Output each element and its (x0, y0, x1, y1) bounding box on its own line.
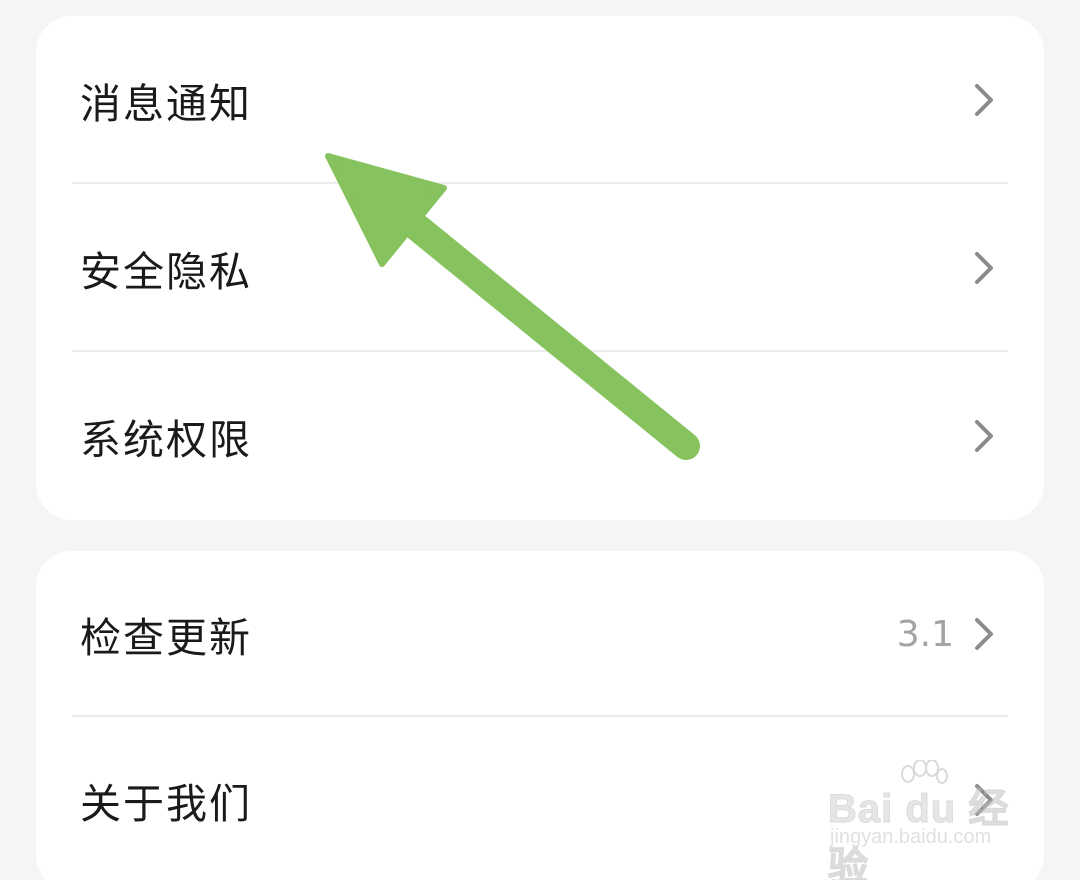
chevron-right-icon (972, 616, 996, 652)
chevron-right-icon (972, 418, 996, 454)
settings-item-label: 安全隐私 (80, 248, 252, 296)
settings-item-check-update[interactable]: 检查更新 3.1 (36, 551, 1044, 717)
settings-item-label: 系统权限 (80, 416, 252, 464)
settings-item-label: 消息通知 (80, 80, 252, 128)
version-value: 3.1 (896, 613, 954, 655)
settings-item-label: 检查更新 (80, 614, 252, 662)
baidu-jingyan-watermark: Bai du 经验 jingyan.baidu.com (828, 760, 1028, 880)
settings-group-general: 消息通知 安全隐私 系统权限 (36, 16, 1044, 520)
settings-item-privacy[interactable]: 安全隐私 (36, 184, 1044, 352)
settings-item-permissions[interactable]: 系统权限 (36, 352, 1044, 520)
chevron-right-icon (972, 82, 996, 118)
settings-item-notifications[interactable]: 消息通知 (36, 16, 1044, 184)
watermark-url: jingyan.baidu.com (830, 826, 992, 848)
chevron-right-icon (972, 250, 996, 286)
settings-page: 消息通知 安全隐私 系统权限 检查更新 3.1 关于我们 Bai du 经验 j… (0, 0, 1080, 880)
